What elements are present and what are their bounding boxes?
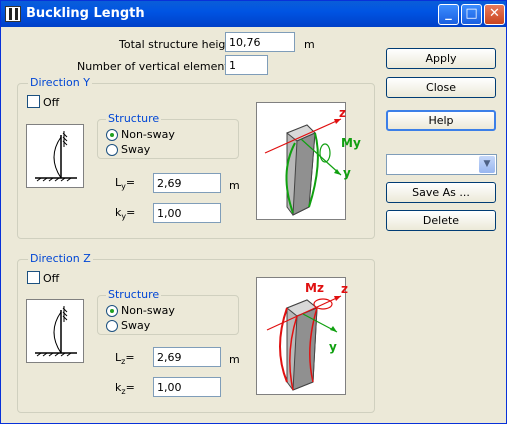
ly-input[interactable] — [153, 173, 221, 193]
ky-input[interactable] — [153, 203, 221, 223]
chevron-down-icon[interactable]: ▼ — [479, 156, 495, 173]
ly-label: Ly= — [115, 176, 136, 192]
vertical-elements-input[interactable] — [225, 55, 268, 75]
direction-z-off-checkbox[interactable] — [27, 271, 40, 284]
title-bar[interactable]: Buckling Length _ □ ✕ — [1, 1, 506, 27]
axis-y-label-y: y — [343, 166, 351, 180]
lz-unit: m — [229, 353, 240, 366]
minimize-button[interactable]: _ — [438, 4, 459, 25]
window-title: Buckling Length — [26, 6, 145, 21]
column-y-diagram: z My y — [256, 102, 361, 220]
direction-z-off-label: Off — [43, 272, 60, 285]
close-button[interactable]: Close — [386, 77, 496, 98]
kz-label: kz= — [115, 381, 135, 397]
ly-unit: m — [229, 179, 240, 192]
save-as-button[interactable]: Save As ... — [386, 182, 496, 203]
direction-y-off-label: Off — [43, 96, 60, 109]
column-z-diagram: Mz z y — [256, 277, 348, 395]
preset-combo[interactable]: ▼ — [386, 154, 497, 175]
direction-y-title: Direction Y — [28, 76, 92, 89]
direction-z-sway-label: Sway — [121, 319, 151, 332]
moment-mz-label: Mz — [305, 281, 324, 295]
buckling-mode-y-icon[interactable] — [26, 124, 84, 188]
direction-z-sway-radio[interactable] — [106, 320, 118, 332]
direction-y-sway-label: Sway — [121, 143, 151, 156]
direction-y-structure-label: Structure — [106, 112, 162, 125]
maximize-button[interactable]: □ — [461, 4, 482, 25]
total-height-label: Total structure height: — [119, 38, 241, 51]
lz-label: Lz= — [115, 351, 135, 367]
direction-z-title: Direction Z — [28, 252, 93, 265]
close-window-button[interactable]: ✕ — [484, 4, 505, 25]
total-height-unit: m — [304, 38, 315, 51]
direction-z-structure-label: Structure — [106, 288, 162, 301]
delete-button[interactable]: Delete — [386, 210, 496, 231]
direction-z-nonsway-radio[interactable] — [106, 305, 118, 317]
axis-z-label-y: z — [339, 106, 346, 120]
direction-y-nonsway-radio[interactable] — [106, 129, 118, 141]
direction-z-nonsway-label: Non-sway — [121, 304, 175, 317]
axis-z-label-z: z — [341, 282, 348, 296]
buckling-mode-z-icon[interactable] — [26, 299, 84, 363]
ky-label: ky= — [115, 206, 136, 222]
axis-y-label-z: y — [329, 340, 337, 354]
kz-input[interactable] — [153, 377, 221, 397]
app-icon — [5, 6, 21, 22]
help-button[interactable]: Help — [386, 110, 496, 131]
total-height-input[interactable] — [225, 32, 295, 52]
moment-my-label: My — [341, 136, 361, 150]
direction-y-off-checkbox[interactable] — [27, 95, 40, 108]
direction-y-nonsway-label: Non-sway — [121, 128, 175, 141]
apply-button[interactable]: Apply — [386, 48, 496, 69]
direction-y-sway-radio[interactable] — [106, 144, 118, 156]
lz-input[interactable] — [153, 347, 221, 367]
buckling-length-window: Buckling Length _ □ ✕ Total structure he… — [0, 0, 507, 424]
